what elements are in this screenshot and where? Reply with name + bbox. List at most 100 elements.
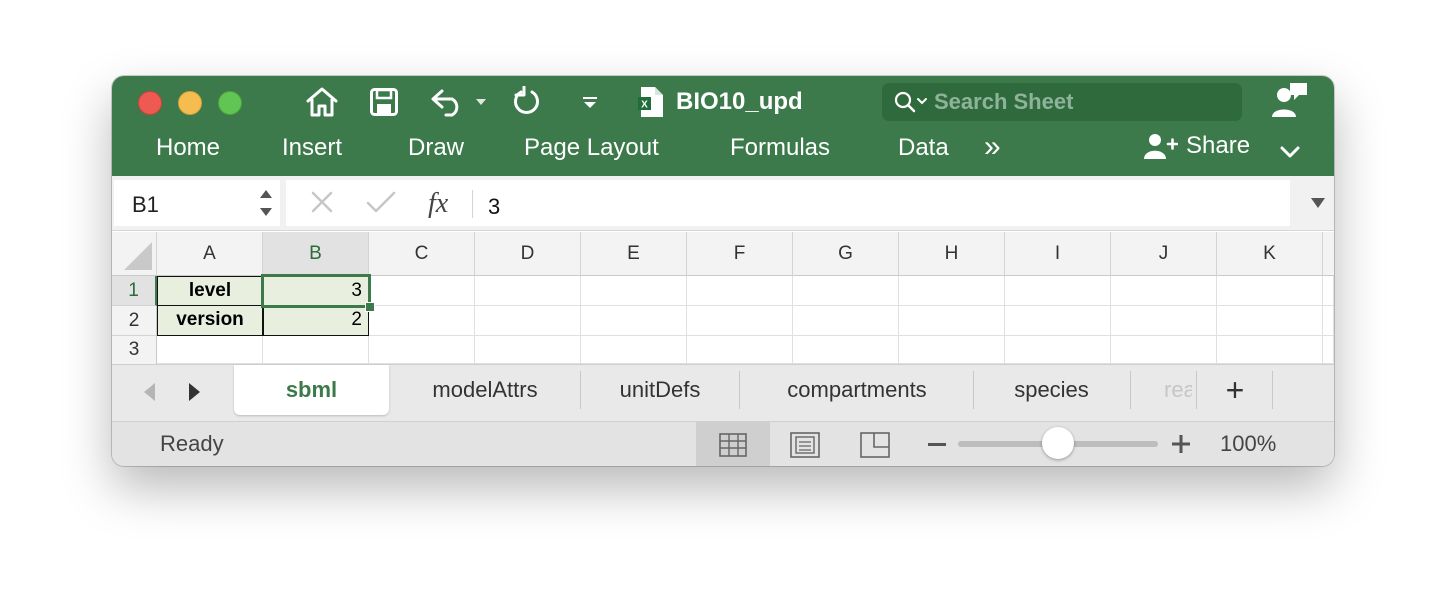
grid-cell[interactable]	[899, 276, 1005, 306]
grid-cell[interactable]	[369, 336, 475, 364]
grid-cell[interactable]	[687, 306, 793, 336]
grid-cell[interactable]	[1323, 306, 1334, 336]
name-box-stepper-icon[interactable]	[258, 186, 274, 220]
grid-cell[interactable]	[793, 276, 899, 306]
column-header-a[interactable]: A	[157, 232, 263, 276]
grid-cell[interactable]	[687, 336, 793, 364]
grid-cell[interactable]	[475, 306, 581, 336]
sheet-tab-species[interactable]: species	[974, 365, 1129, 415]
zoom-in-icon[interactable]	[1172, 435, 1190, 453]
select-all-corner[interactable]	[112, 232, 157, 276]
cancel-icon[interactable]	[310, 190, 334, 214]
minimize-window-button[interactable]	[178, 91, 202, 115]
cell-a2[interactable]: version	[157, 306, 263, 336]
column-header-d[interactable]: D	[475, 232, 581, 276]
formula-value: 3	[488, 194, 501, 219]
grid-cell[interactable]	[475, 336, 581, 364]
grid-cell[interactable]	[1005, 336, 1111, 364]
zoom-window-button[interactable]	[218, 91, 242, 115]
column-header-k[interactable]: K	[1217, 232, 1323, 276]
grid-cell[interactable]	[899, 306, 1005, 336]
grid-cell[interactable]	[1111, 306, 1217, 336]
name-box[interactable]: B1	[114, 180, 280, 226]
customize-toolbar-icon[interactable]	[578, 84, 602, 120]
add-sheet-button[interactable]: +	[1198, 365, 1272, 415]
sheet-tab-modelattrs[interactable]: modelAttrs	[402, 365, 568, 415]
grid-cell[interactable]	[369, 306, 475, 336]
expand-formula-bar-icon[interactable]	[1310, 197, 1326, 209]
ribbon-collapse-chevron-icon[interactable]	[1280, 146, 1300, 158]
zoom-slider-thumb[interactable]	[1042, 427, 1074, 459]
row-header-1[interactable]: 1	[112, 276, 157, 306]
tab-draw[interactable]: Draw	[408, 134, 464, 162]
tab-formulas[interactable]: Formulas	[730, 134, 830, 162]
column-header-c[interactable]: C	[369, 232, 475, 276]
formula-input[interactable]: fx 3	[286, 180, 1290, 226]
sheet-tab-rea-partial[interactable]: rea	[1132, 365, 1192, 415]
grid-cell[interactable]	[793, 306, 899, 336]
row-header-2[interactable]: 2	[112, 306, 157, 336]
column-header-j[interactable]: J	[1111, 232, 1217, 276]
tab-page-layout[interactable]: Page Layout	[524, 134, 659, 162]
grid-cell[interactable]	[581, 306, 687, 336]
sheet-tab-unitdefs[interactable]: unitDefs	[582, 365, 738, 415]
page-layout-view-icon[interactable]	[790, 432, 820, 458]
grid-cell[interactable]	[899, 336, 1005, 364]
row-header-3[interactable]: 3	[112, 336, 157, 364]
cell-b2[interactable]: 2	[263, 306, 369, 336]
redo-icon[interactable]	[508, 84, 544, 120]
grid-cell[interactable]	[1323, 276, 1334, 306]
previous-sheet-arrow-icon[interactable]	[142, 382, 156, 402]
sheet-tab-compartments[interactable]: compartments	[742, 365, 972, 415]
search-placeholder: Search Sheet	[934, 89, 1074, 114]
grid-cell[interactable]	[793, 336, 899, 364]
column-header-h[interactable]: H	[899, 232, 1005, 276]
column-header-b[interactable]: B	[263, 232, 369, 276]
cell-a1[interactable]: level	[157, 276, 263, 306]
zoom-level[interactable]: 100%	[1220, 431, 1276, 457]
grid-cell[interactable]	[1005, 306, 1111, 336]
column-header-i[interactable]: I	[1005, 232, 1111, 276]
share-button[interactable]: Share	[1144, 132, 1250, 160]
normal-view-button[interactable]	[696, 422, 770, 466]
close-window-button[interactable]	[138, 91, 162, 115]
excel-file-icon: X	[638, 86, 664, 118]
grid-cell[interactable]	[263, 336, 369, 364]
grid-cell[interactable]	[581, 276, 687, 306]
grid-cell[interactable]	[1111, 276, 1217, 306]
sheet-tab-sbml[interactable]: sbml	[234, 365, 389, 415]
grid-cell[interactable]	[581, 336, 687, 364]
column-header-g[interactable]: G	[793, 232, 899, 276]
tab-insert[interactable]: Insert	[282, 134, 342, 162]
home-icon[interactable]	[302, 84, 342, 120]
fill-handle[interactable]	[365, 302, 375, 312]
zoom-slider[interactable]	[958, 427, 1158, 459]
grid-cell[interactable]	[1323, 336, 1334, 364]
tab-data[interactable]: Data	[898, 134, 949, 162]
worksheet-grid[interactable]: A B C D E F G H I J K 1 2 3 level 3 vers…	[112, 232, 1334, 364]
search-sheet-field[interactable]: Search Sheet	[882, 83, 1242, 121]
collaborator-icon[interactable]	[1270, 82, 1310, 118]
save-icon[interactable]	[366, 84, 402, 120]
grid-cell[interactable]	[687, 276, 793, 306]
enter-check-icon[interactable]	[366, 190, 396, 214]
page-break-view-icon[interactable]	[860, 432, 890, 458]
grid-cell[interactable]	[1217, 276, 1323, 306]
grid-cell[interactable]	[1217, 306, 1323, 336]
insert-function-icon[interactable]: fx	[428, 188, 448, 220]
column-header-e[interactable]: E	[581, 232, 687, 276]
tab-home[interactable]: Home	[156, 134, 220, 162]
column-header-f[interactable]: F	[687, 232, 793, 276]
grid-cell[interactable]	[1217, 336, 1323, 364]
grid-cell[interactable]	[1005, 276, 1111, 306]
undo-icon[interactable]	[428, 84, 468, 120]
column-header-l-partial	[1323, 232, 1334, 276]
more-tabs-button[interactable]: »	[984, 130, 1001, 164]
grid-cell[interactable]	[1111, 336, 1217, 364]
grid-cell[interactable]	[369, 276, 475, 306]
undo-dropdown-icon[interactable]	[472, 84, 490, 120]
grid-cell[interactable]	[157, 336, 263, 364]
zoom-out-icon[interactable]	[928, 443, 946, 447]
grid-cell[interactable]	[475, 276, 581, 306]
next-sheet-arrow-icon[interactable]	[188, 382, 202, 402]
